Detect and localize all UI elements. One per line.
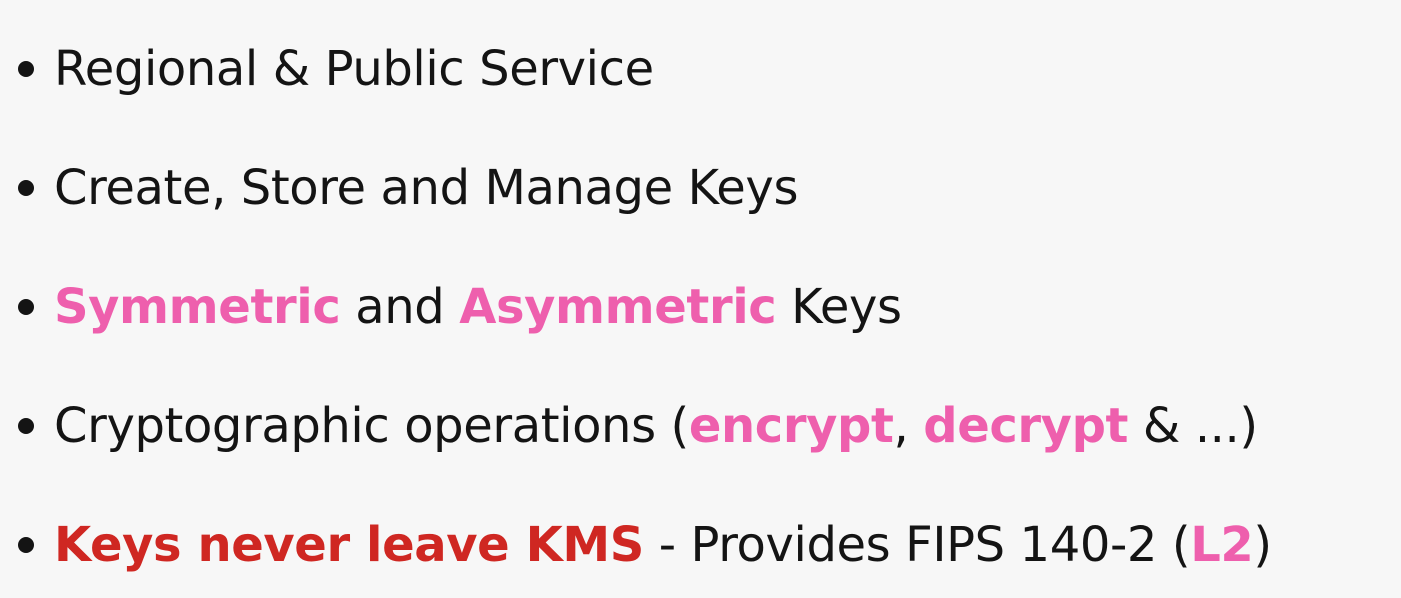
text-and: and (340, 279, 460, 335)
highlight-keys-never-leave: Keys never leave KMS (54, 517, 644, 573)
slide: Regional & Public Service Create, Store … (0, 0, 1401, 598)
highlight-l2: L2 (1190, 517, 1254, 573)
text-crypto-prefix: Cryptographic operations ( (54, 398, 689, 454)
text-crypto-suffix: & ...) (1128, 398, 1258, 454)
bullet-dot-icon (18, 61, 34, 77)
bullet-text: Keys never leave KMS - Provides FIPS 140… (54, 521, 1272, 569)
highlight-decrypt: decrypt (923, 398, 1129, 454)
bullet-item-keys-never-leave: Keys never leave KMS - Provides FIPS 140… (18, 505, 1272, 585)
bullet-dot-icon (18, 299, 34, 315)
text-keys: Keys (776, 279, 902, 335)
bullet-item-regional-public-service: Regional & Public Service (18, 29, 654, 109)
text-close-paren: ) (1253, 517, 1272, 573)
text-comma: , (893, 398, 924, 454)
bullet-item-symmetric-asymmetric: Symmetric and Asymmetric Keys (18, 267, 902, 347)
text-fips: - Provides FIPS 140-2 ( (643, 517, 1191, 573)
bullet-text: Create, Store and Manage Keys (54, 160, 799, 216)
highlight-asymmetric: Asymmetric (459, 279, 777, 335)
highlight-encrypt: encrypt (688, 398, 894, 454)
bullet-dot-icon (18, 180, 34, 196)
bullet-text: Symmetric and Asymmetric Keys (54, 283, 902, 331)
bullet-text: Cryptographic operations (encrypt, decry… (54, 402, 1258, 450)
bullet-dot-icon (18, 537, 34, 553)
bullet-item-cryptographic-operations: Cryptographic operations (encrypt, decry… (18, 386, 1258, 466)
bullet-text: Regional & Public Service (54, 41, 654, 97)
highlight-symmetric: Symmetric (54, 279, 341, 335)
bullet-dot-icon (18, 418, 34, 434)
bullet-item-create-store-manage: Create, Store and Manage Keys (18, 148, 798, 228)
